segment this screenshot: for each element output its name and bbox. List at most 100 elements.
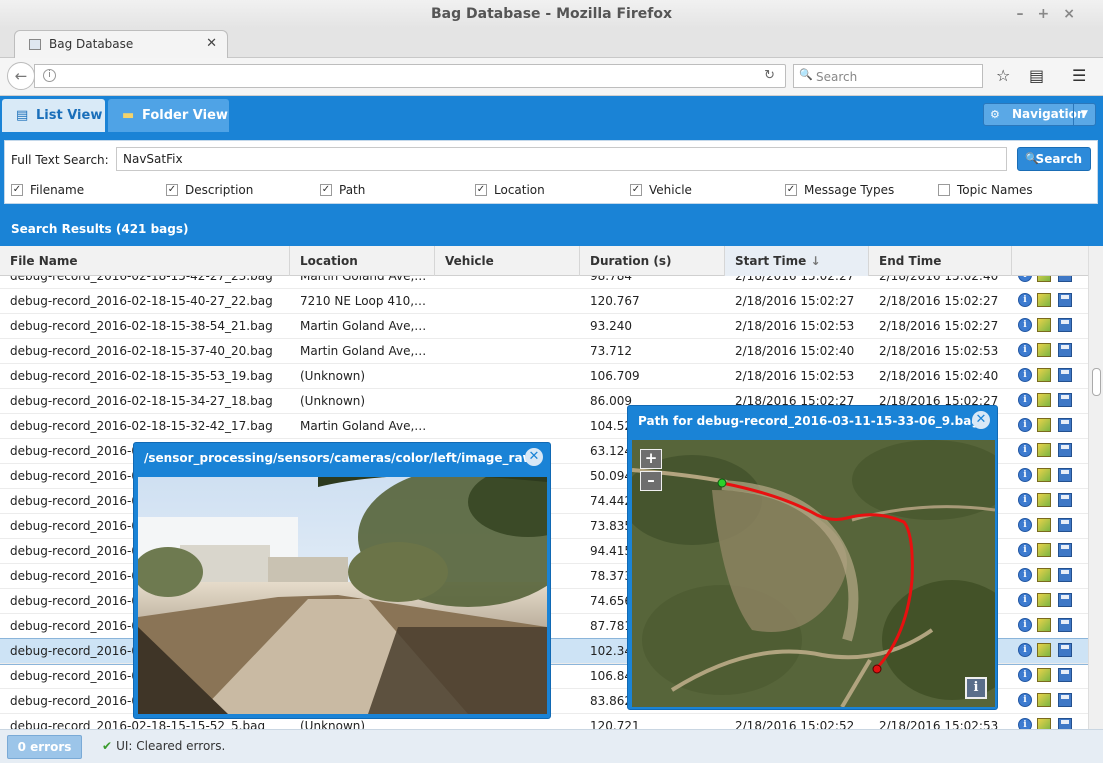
save-icon[interactable] [1058,618,1072,632]
info-icon[interactable]: i [1018,693,1032,707]
errors-button[interactable]: 0 errors [7,735,82,759]
save-icon[interactable] [1058,318,1072,332]
info-icon[interactable]: i [1018,668,1032,682]
info-icon[interactable]: i [1018,393,1032,407]
tab-folder-view[interactable]: ▬ Folder View [108,99,229,132]
checkmark-icon[interactable]: ✓ [166,184,178,196]
info-icon[interactable]: i [1018,293,1032,307]
table-row[interactable]: debug-record_2016-02-18-15-38-54_21.bag M… [0,314,1088,339]
map-icon[interactable] [1037,343,1051,357]
table-row[interactable]: debug-record_2016-02-18-15-37-40_20.bag M… [0,339,1088,364]
save-icon[interactable] [1058,643,1072,657]
map-icon[interactable] [1037,618,1051,632]
checkmark-icon[interactable]: ✓ [630,184,642,196]
save-icon[interactable] [1058,518,1072,532]
zoom-in-button[interactable]: + [640,449,662,469]
window-controls[interactable]: –+× [1017,0,1089,28]
info-icon[interactable]: i [1018,468,1032,482]
map-icon[interactable] [1037,643,1051,657]
info-icon[interactable]: i [1018,343,1032,357]
save-icon[interactable] [1058,693,1072,707]
map-icon[interactable] [1037,718,1051,729]
checkbox-filename[interactable]: ✓ Filename [11,182,84,198]
checkbox-path[interactable]: ✓ Path [320,182,365,198]
map-icon[interactable] [1037,443,1051,457]
save-icon[interactable] [1058,343,1072,357]
reading-list-icon[interactable]: ▤ [1029,66,1044,85]
save-icon[interactable] [1058,668,1072,682]
save-icon[interactable] [1058,568,1072,582]
column-header-vehicle[interactable]: Vehicle [435,246,580,276]
maximize-button[interactable]: + [1038,6,1064,22]
save-icon[interactable] [1058,593,1072,607]
image-viewer-window[interactable]: /sensor_processing/sensors/cameras/color… [133,442,551,719]
grid-scrollbar[interactable] [1088,246,1103,729]
back-button[interactable]: ← [7,62,35,90]
tab-list-view[interactable]: ▤ List View [2,99,105,132]
satellite-map[interactable]: + – i [632,440,995,707]
table-row[interactable]: debug-record_2016-02-18-15-40-27_22.bag 7… [0,289,1088,314]
full-text-search-input[interactable] [116,147,1007,171]
bookmark-star-icon[interactable]: ☆ [996,66,1010,85]
empty-checkbox-icon[interactable] [938,184,950,196]
map-icon[interactable] [1037,693,1051,707]
map-icon[interactable] [1037,418,1051,432]
map-icon[interactable] [1037,468,1051,482]
close-icon[interactable]: ✕ [972,411,990,429]
info-icon[interactable]: i [1018,618,1032,632]
info-icon[interactable]: i [1018,418,1032,432]
save-icon[interactable] [1058,443,1072,457]
info-icon[interactable]: i [1018,643,1032,657]
site-info-icon[interactable]: i [43,69,56,82]
save-icon[interactable] [1058,468,1072,482]
close-icon[interactable]: ✕ [525,448,543,466]
table-row[interactable]: debug-record_2016-02-18-15-35-53_19.bag (… [0,364,1088,389]
checkmark-icon[interactable]: ✓ [320,184,332,196]
checkbox-message-types[interactable]: ✓ Message Types [785,182,894,198]
save-icon[interactable] [1058,293,1072,307]
column-header-end-time[interactable]: End Time [869,246,1012,276]
close-tab-icon[interactable]: ✕ [206,36,217,51]
url-bar[interactable]: i ↻ [34,64,786,88]
info-icon[interactable]: i [1018,543,1032,557]
column-header-file-name[interactable]: File Name [0,246,290,276]
save-icon[interactable] [1058,493,1072,507]
save-icon[interactable] [1058,368,1072,382]
scrollbar-thumb[interactable] [1092,368,1101,396]
map-icon[interactable] [1037,493,1051,507]
save-icon[interactable] [1058,718,1072,729]
map-icon[interactable] [1037,518,1051,532]
checkbox-vehicle[interactable]: ✓ Vehicle [630,182,692,198]
minimize-button[interactable]: – [1017,6,1038,22]
zoom-out-button[interactable]: – [640,471,662,491]
hamburger-menu-icon[interactable]: ☰ [1072,66,1086,85]
browser-search-input[interactable]: 🔍 Search [793,64,983,88]
reload-icon[interactable]: ↻ [764,68,775,83]
info-icon[interactable]: i [1018,593,1032,607]
chevron-down-icon[interactable]: ▼ [1073,104,1095,125]
info-icon[interactable]: i [1018,368,1032,382]
map-icon[interactable] [1037,393,1051,407]
search-button[interactable]: 🔍 Search [1017,147,1091,171]
map-icon[interactable] [1037,293,1051,307]
save-icon[interactable] [1058,543,1072,557]
map-icon[interactable] [1037,318,1051,332]
navigation-button[interactable]: ⚙ Navigation ▼ [983,103,1096,126]
info-icon[interactable]: i [1018,443,1032,457]
map-icon[interactable] [1037,593,1051,607]
checkmark-icon[interactable]: ✓ [475,184,487,196]
column-header-location[interactable]: Location [290,246,435,276]
checkbox-location[interactable]: ✓ Location [475,182,545,198]
column-header-duration[interactable]: Duration (s) [580,246,725,276]
save-icon[interactable] [1058,418,1072,432]
close-window-button[interactable]: × [1063,6,1089,22]
map-icon[interactable] [1037,368,1051,382]
checkbox-topic-names[interactable]: Topic Names [938,182,1033,198]
checkbox-description[interactable]: ✓ Description [166,182,253,198]
map-info-button[interactable]: i [965,677,987,699]
browser-tab[interactable]: Bag Database ✕ [14,30,228,59]
info-icon[interactable]: i [1018,518,1032,532]
info-icon[interactable]: i [1018,718,1032,729]
checkmark-icon[interactable]: ✓ [785,184,797,196]
map-icon[interactable] [1037,568,1051,582]
